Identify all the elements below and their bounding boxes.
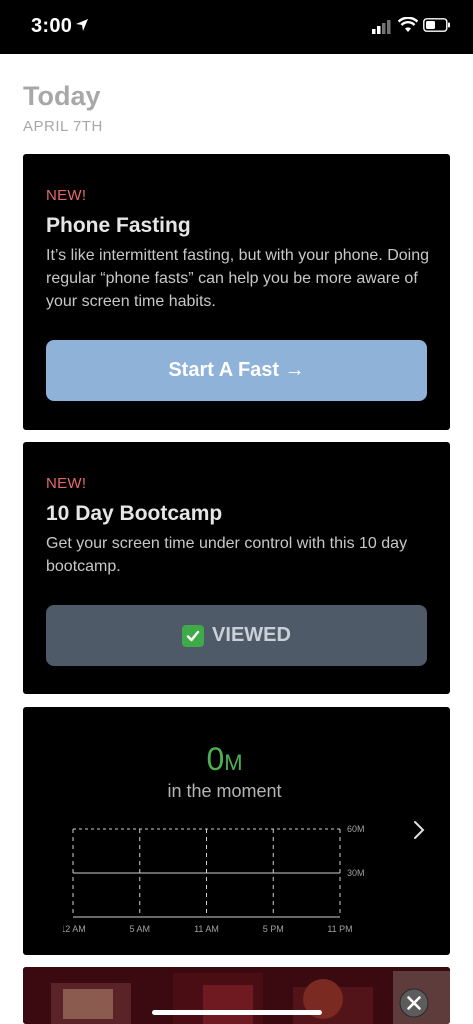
x-tick-label: 12 AM	[63, 924, 86, 934]
battery-icon	[423, 18, 451, 37]
x-tick-label: 5 AM	[129, 924, 150, 934]
wifi-icon	[397, 16, 419, 38]
x-tick-label: 11 PM	[327, 924, 352, 934]
check-box-icon	[182, 624, 205, 647]
viewed-button[interactable]: VIEWED	[46, 605, 427, 666]
usage-card[interactable]: 0M in the moment 12 AM 5 AM 11 AM 5 PM 11 PM…	[23, 707, 450, 955]
usage-value: 0M	[23, 741, 426, 778]
new-badge: NEW!	[46, 187, 87, 204]
usage-number: 0	[206, 741, 225, 777]
usage-unit: M	[224, 750, 243, 775]
start-fast-button[interactable]: Start A Fast →	[46, 340, 427, 401]
card-title: 10 Day Bootcamp	[46, 502, 223, 525]
page-date: APRIL 7TH	[23, 118, 103, 135]
y-tick-label: 30M	[347, 868, 365, 878]
card-description: Get your screen time under control with …	[46, 535, 408, 575]
viewed-button-label: VIEWED	[212, 624, 291, 646]
phone-fasting-card: NEW! Phone Fasting It’s like intermitten…	[23, 154, 450, 430]
y-tick-label: 60M	[347, 824, 365, 834]
card-description: It’s like intermittent fasting, but with…	[46, 247, 430, 310]
usage-caption: in the moment	[167, 781, 282, 801]
start-fast-button-label: Start A Fast →	[168, 359, 305, 381]
location-arrow-icon	[75, 18, 89, 37]
new-badge: NEW!	[46, 475, 87, 492]
home-indicator[interactable]	[152, 1010, 322, 1015]
card-title: Phone Fasting	[46, 214, 191, 237]
x-tick-label: 5 PM	[263, 924, 284, 934]
status-bar: 3:00	[0, 0, 473, 54]
status-time: 3:00	[31, 15, 73, 37]
usage-chart: 12 AM 5 AM 11 AM 5 PM 11 PM 60M 30M	[63, 824, 365, 934]
chevron-right-icon[interactable]	[412, 819, 426, 846]
x-tick-label: 11 AM	[194, 924, 219, 934]
photo-image	[23, 967, 450, 1024]
close-icon[interactable]	[399, 988, 429, 1023]
bootcamp-card: NEW! 10 Day Bootcamp Get your screen tim…	[23, 442, 450, 694]
photo-card[interactable]	[23, 967, 450, 1024]
signal-icon	[372, 20, 392, 39]
page-title: Today	[23, 81, 101, 111]
